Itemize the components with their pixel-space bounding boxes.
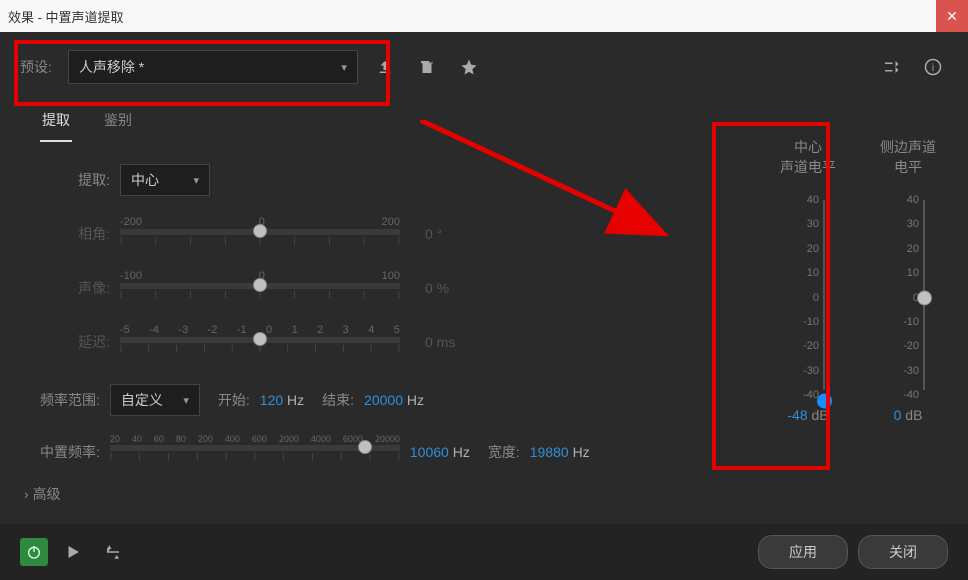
- power-button[interactable]: [20, 538, 48, 566]
- freq-end-value[interactable]: 20000: [364, 392, 403, 408]
- pan-label: 声像:: [40, 278, 120, 298]
- preset-label: 预设:: [20, 57, 52, 77]
- info-icon[interactable]: i: [918, 52, 948, 82]
- center-freq-slider[interactable]: 2040608020040060020004000600020000 |||||…: [110, 434, 400, 470]
- close-footer-button[interactable]: 关闭: [858, 535, 948, 569]
- freq-range-select[interactable]: 自定义▾: [110, 384, 200, 416]
- angle-value: 0 °: [425, 226, 495, 242]
- side-level-slider[interactable]: 40 30 20 10 0 -10 -20 -30 -40: [883, 200, 933, 395]
- meters-header: 中心声道电平 侧边声道电平: [758, 138, 958, 177]
- side-level-meter: 40 30 20 10 0 -10 -20 -30 -40 0 dB: [858, 200, 958, 423]
- side-level-value[interactable]: 0 dB: [894, 407, 923, 423]
- advanced-toggle[interactable]: 高级: [0, 470, 968, 518]
- tab-identify[interactable]: 鉴别: [102, 106, 134, 142]
- pan-knob[interactable]: [253, 278, 267, 292]
- routing-icon[interactable]: [876, 52, 906, 82]
- angle-label: 相角:: [40, 224, 120, 244]
- apply-button[interactable]: 应用: [758, 535, 848, 569]
- freq-start-label: 开始:: [218, 390, 250, 410]
- pan-value: 0 %: [425, 280, 495, 296]
- preset-row: 预设: 人声移除 * ▾ i: [0, 32, 968, 96]
- footer: 应用 关闭: [0, 524, 968, 580]
- center-meter-header: 中心声道电平: [758, 138, 858, 177]
- center-freq-value[interactable]: 10060: [410, 444, 449, 460]
- freq-range-label: 频率范围:: [40, 390, 100, 410]
- tabs: 提取 鉴别: [0, 96, 968, 142]
- angle-knob[interactable]: [253, 224, 267, 238]
- window-title: 效果 - 中置声道提取: [8, 7, 124, 26]
- freq-end-label: 结束:: [322, 390, 354, 410]
- tab-extract[interactable]: 提取: [40, 106, 72, 142]
- delay-label: 延迟:: [40, 332, 120, 352]
- loop-icon[interactable]: [98, 537, 128, 567]
- width-label: 宽度:: [488, 442, 520, 462]
- pan-slider[interactable]: -1000100 |||||||||: [120, 270, 400, 306]
- width-value[interactable]: 19880: [530, 444, 569, 460]
- save-preset-icon[interactable]: [370, 52, 400, 82]
- delay-value: 0 ms: [425, 334, 495, 350]
- freq-start-value[interactable]: 120: [260, 392, 283, 408]
- chevron-down-icon: ▾: [341, 61, 347, 74]
- center-level-meter: 40 30 20 10 0 -10 -20 -30 -40 -48 dB: [758, 200, 858, 423]
- delete-preset-icon[interactable]: [412, 52, 442, 82]
- close-button[interactable]: ✕: [936, 0, 968, 32]
- extract-select[interactable]: 中心▾: [120, 164, 210, 196]
- center-level-slider[interactable]: 40 30 20 10 0 -10 -20 -30 -40: [783, 200, 833, 395]
- preset-value: 人声移除 *: [79, 57, 144, 77]
- center-freq-label: 中置频率:: [40, 442, 100, 462]
- svg-text:i: i: [932, 63, 934, 74]
- play-icon[interactable]: [58, 537, 88, 567]
- side-meter-header: 侧边声道电平: [858, 138, 958, 177]
- angle-slider[interactable]: -2000200 |||||||||: [120, 216, 400, 252]
- favorite-icon[interactable]: [454, 52, 484, 82]
- preset-select[interactable]: 人声移除 * ▾: [68, 50, 358, 84]
- chevron-down-icon: ▾: [183, 394, 189, 407]
- delay-slider[interactable]: -5-4-3-2-1012345 |||||||||||: [120, 324, 400, 360]
- extract-label: 提取:: [40, 170, 120, 190]
- chevron-down-icon: ▾: [193, 174, 199, 187]
- center-level-value[interactable]: -48 dB: [787, 407, 828, 423]
- level-meters: 40 30 20 10 0 -10 -20 -30 -40 -48 dB 40 …: [758, 200, 958, 423]
- center-freq-knob[interactable]: [358, 440, 372, 454]
- titlebar: 效果 - 中置声道提取 ✕: [0, 0, 968, 32]
- delay-knob[interactable]: [253, 332, 267, 346]
- center-level-knob[interactable]: [817, 393, 832, 408]
- side-level-knob[interactable]: [917, 290, 932, 305]
